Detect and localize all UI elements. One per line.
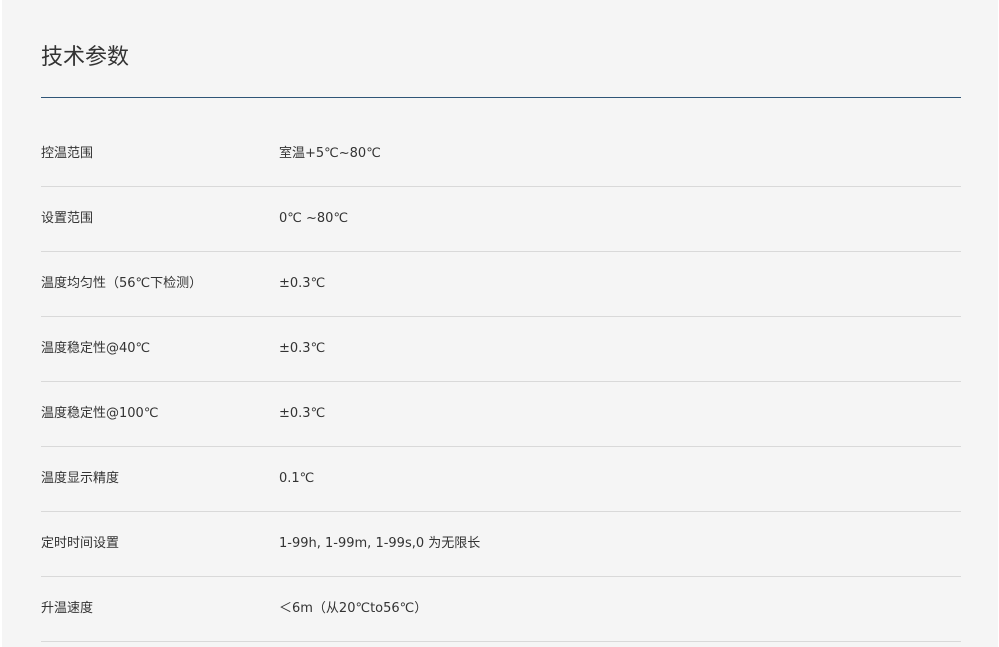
spec-row: 设置范围 0℃ ~80℃ [41,187,961,252]
spec-row: 升温速度 ＜6m（从20℃to56℃） [41,577,961,642]
spec-name: 温度显示精度 [41,471,120,486]
section-title: 技术参数 [41,45,130,70]
spec-table: 控温范围 室温+5℃~80℃ 设置范围 0℃ ~80℃ 温度均匀性（56℃下检测… [41,122,961,642]
spec-name: 温度稳定性@100℃ [41,406,159,421]
spec-name: 温度均匀性（56℃下检测） [41,276,203,291]
spec-row: 温度稳定性@100℃ ±0.3℃ [41,382,961,447]
tech-specs-panel: 技术参数 控温范围 室温+5℃~80℃ 设置范围 0℃ ~80℃ 温度均匀性（5… [2,0,998,647]
spec-value: ±0.3℃ [279,341,326,356]
spec-row: 温度稳定性@40℃ ±0.3℃ [41,317,961,382]
spec-value: 1-99h, 1-99m, 1-99s,0 为无限长 [279,536,481,551]
spec-row: 温度均匀性（56℃下检测） ±0.3℃ [41,252,961,317]
spec-value: 室温+5℃~80℃ [279,146,381,161]
spec-name: 设置范围 [41,211,94,226]
spec-value: 0℃ ~80℃ [279,211,349,226]
spec-value: ±0.3℃ [279,406,326,421]
spec-row: 定时时间设置 1-99h, 1-99m, 1-99s,0 为无限长 [41,512,961,577]
spec-value: 0.1℃ [279,471,315,486]
spec-row: 温度显示精度 0.1℃ [41,447,961,512]
spec-name: 升温速度 [41,601,94,616]
spec-name: 定时时间设置 [41,536,120,551]
spec-name: 温度稳定性@40℃ [41,341,151,356]
spec-value: ＜6m（从20℃to56℃） [279,601,428,616]
title-divider [41,97,961,98]
spec-name: 控温范围 [41,146,94,161]
spec-row: 控温范围 室温+5℃~80℃ [41,122,961,187]
spec-value: ±0.3℃ [279,276,326,291]
